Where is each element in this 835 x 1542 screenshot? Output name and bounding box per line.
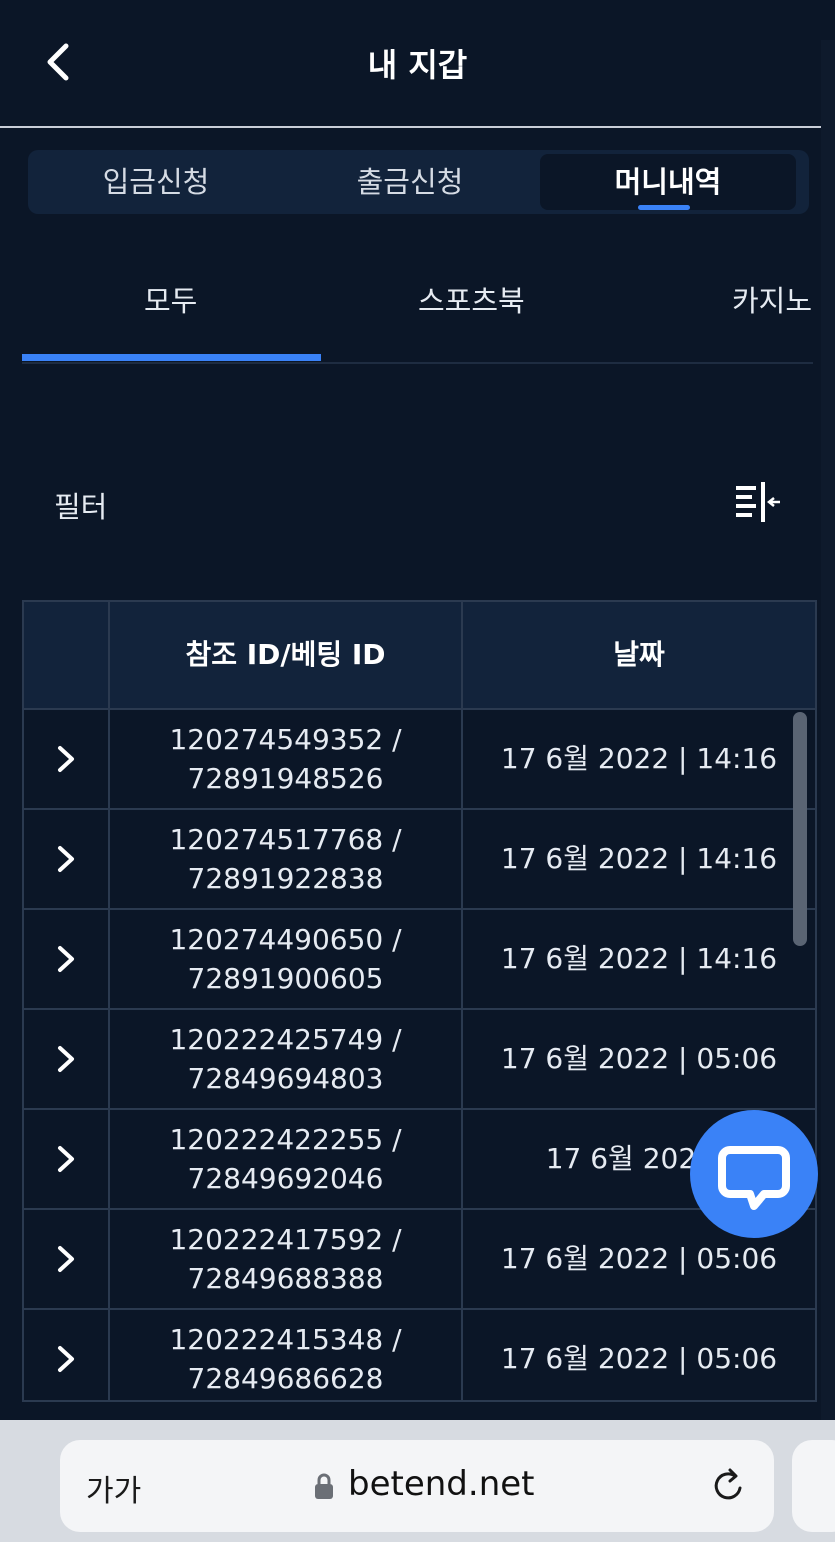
chevron-right-icon[interactable] (50, 1140, 80, 1178)
address-bar[interactable]: 가가 betend.net (60, 1440, 774, 1532)
ref-id: 120274490650 / (169, 923, 402, 956)
header-ref-id: 참조 ID/베팅 ID (185, 638, 386, 671)
bet-id: 72849692046 (187, 1162, 384, 1195)
live-chat-button[interactable] (690, 1110, 818, 1238)
row-date: 17 6월 2022 | 14:16 (500, 742, 778, 775)
row-date: 17 6월 2022 | 14:16 (500, 842, 778, 875)
ref-bet-id: 120274490650 / 72891900605 (110, 920, 461, 998)
tab-all[interactable]: 모두 (144, 278, 197, 320)
bet-id: 72891948526 (187, 762, 384, 795)
lock-icon (315, 1473, 333, 1499)
text-size-button[interactable]: 가가 (86, 1466, 141, 1510)
bet-id: 72849694803 (187, 1062, 384, 1095)
browser-side-button[interactable] (792, 1440, 835, 1532)
bet-id: 72849686628 (187, 1362, 384, 1395)
filter-label[interactable]: 필터 (54, 484, 107, 526)
header-date: 날짜 (613, 638, 665, 671)
money-history-table: 참조 ID/베팅 ID 날짜 120274549352 / 72891948526… (22, 600, 817, 1402)
bet-id: 72891922838 (187, 862, 384, 895)
table-scrollbar[interactable] (793, 712, 807, 946)
right-edge-strip (821, 40, 835, 1542)
tab-casino[interactable]: 카지노 (732, 278, 812, 320)
ref-id: 120222417592 / (169, 1223, 402, 1256)
tab-sportsbook[interactable]: 스포츠북 (418, 278, 525, 320)
segment-deposit-request[interactable]: 입금신청 (28, 154, 284, 210)
wallet-segment-control: 입금신청 출금신청 머니내역 (28, 150, 809, 214)
filter-collapse-icon[interactable] (734, 482, 782, 524)
bet-id: 72849688388 (187, 1262, 384, 1295)
ref-bet-id: 120222425749 / 72849694803 (110, 1020, 461, 1098)
ref-bet-id: 120274549352 / 72891948526 (110, 720, 461, 798)
chevron-right-icon[interactable] (50, 840, 80, 878)
chevron-right-icon[interactable] (50, 740, 80, 778)
segment-money-history[interactable]: 머니내역 (540, 154, 796, 210)
reload-icon[interactable] (708, 1466, 748, 1506)
ref-id: 120274517768 / (169, 823, 402, 856)
chevron-right-icon[interactable] (50, 1040, 80, 1078)
row-date: 17 6월 2022 | 05:06 (500, 1042, 778, 1075)
row-date: 17 6월 2022 | 05:06 (500, 1342, 778, 1375)
table-header: 참조 ID/베팅 ID 날짜 (24, 602, 815, 708)
row-date: 17 6월 2022 | 14:16 (500, 942, 778, 975)
chevron-right-icon[interactable] (50, 1240, 80, 1278)
bet-id: 72891900605 (187, 962, 384, 995)
ref-id: 120222422255 / (169, 1123, 402, 1156)
page-title: 내 지갑 (367, 46, 468, 84)
ref-id: 120274549352 / (169, 723, 402, 756)
ref-bet-id: 120222417592 / 72849688388 (110, 1220, 461, 1298)
table-row[interactable]: 120274517768 / 72891922838 17 6월 2022 | 1… (24, 808, 815, 908)
chevron-right-icon[interactable] (50, 940, 80, 978)
ref-bet-id: 120274517768 / 72891922838 (110, 820, 461, 898)
table-row[interactable]: 120222415348 / 72849686628 17 6월 2022 | 0… (24, 1308, 815, 1400)
chevron-right-icon[interactable] (50, 1340, 80, 1378)
active-tab-indicator (22, 354, 321, 361)
table-row[interactable]: 120222425749 / 72849694803 17 6월 2022 | 0… (24, 1008, 815, 1108)
browser-toolbar: 가가 betend.net (0, 1420, 835, 1542)
chat-bubble-icon (718, 1146, 790, 1210)
table-row[interactable]: 120274490650 / 72891900605 17 6월 2022 | 1… (24, 908, 815, 1008)
ref-id: 120222415348 / (169, 1323, 402, 1356)
ref-bet-id: 120222422255 / 72849692046 (110, 1120, 461, 1198)
segment-withdraw-request[interactable]: 출금신청 (282, 154, 538, 210)
category-tabs: 모두 스포츠북 카지노 (22, 262, 813, 364)
ref-id: 120222425749 / (169, 1023, 402, 1056)
table-row[interactable]: 120274549352 / 72891948526 17 6월 2022 | 1… (24, 708, 815, 808)
app-header: 내 지갑 (0, 0, 835, 128)
url-text: betend.net (348, 1464, 535, 1504)
ref-bet-id: 120222415348 / 72849686628 (110, 1320, 461, 1398)
